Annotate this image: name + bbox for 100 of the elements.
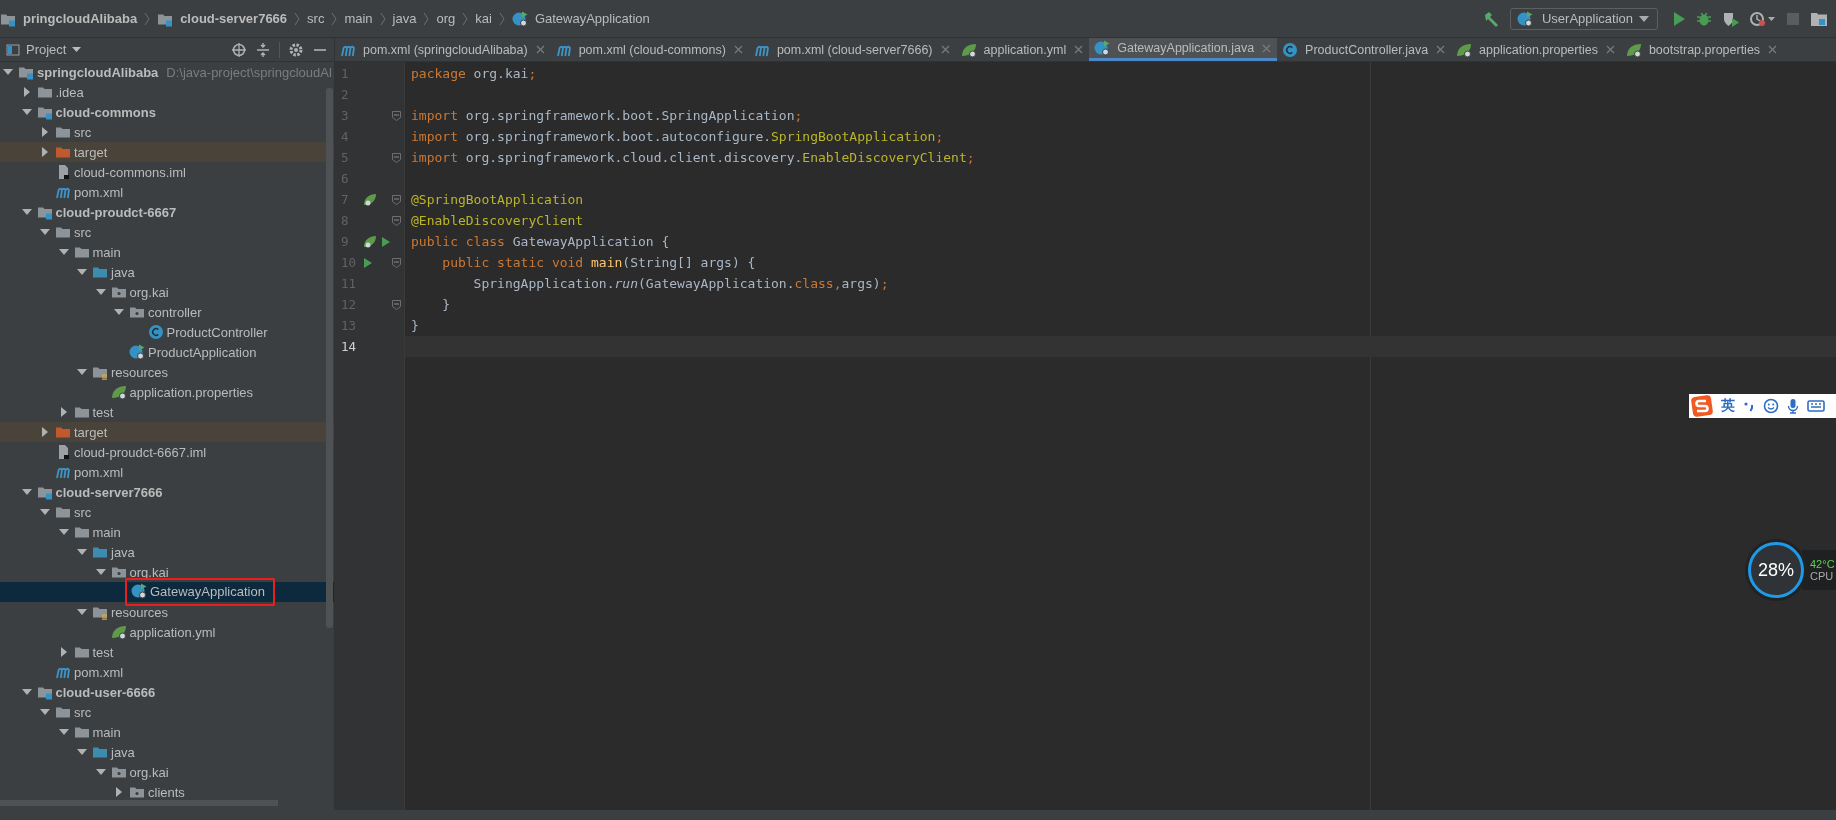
breadcrumb-item[interactable]: pringcloudAlibaba [0,10,138,27]
code-line: import org.springframework.boot.autoconfigure.SpringBootApplication; [410,128,945,146]
tree-row[interactable]: cloud-server7666 [0,482,334,502]
fold-marker-icon[interactable] [392,152,401,163]
tree-row[interactable]: org.kai [0,282,334,302]
tree-row[interactable]: clients [0,782,334,802]
tree-item-label: target [74,144,108,160]
fold-marker-icon[interactable] [392,194,401,205]
tree-row[interactable]: test [0,642,334,662]
code-line: package org.kai; [410,65,538,83]
run-icon[interactable] [1672,10,1686,27]
locate-icon[interactable] [231,41,247,58]
editor-tab[interactable]: application.properties [1451,38,1621,61]
tree-row[interactable]: cloud-commons [0,102,334,122]
shield-run-icon[interactable] [1722,10,1740,27]
tree-row[interactable]: springcloudAlibaba D:\java-project\springcloudAl [0,62,334,82]
tree-row[interactable]: org.kai [0,762,334,782]
close-icon[interactable] [733,45,743,54]
editor-tab[interactable]: pom.xml (springcloudAlibaba) [335,38,551,61]
class-icon [1282,41,1299,58]
tree-row[interactable]: resources [0,362,334,382]
project-view-dropdown[interactable]: Project [6,42,82,57]
tree-row[interactable]: test [0,402,334,422]
breadcrumb-item[interactable]: cloud-server7666 [157,10,288,27]
editor-tab[interactable]: application.yml [955,38,1090,61]
breadcrumb-item[interactable]: src [307,11,325,26]
close-icon[interactable] [1768,45,1778,54]
tree-item-label: ProductApplication [148,344,257,360]
tree-row[interactable]: java [0,262,334,282]
bug-icon[interactable] [1696,10,1712,27]
tree-item-label: resources [111,364,169,380]
spring-bean-icon[interactable] [363,234,377,249]
tree-row[interactable]: .idea [0,82,334,102]
editor-tab[interactable]: pom.xml (cloud-server7666) [748,38,956,61]
profiler-icon[interactable] [1750,10,1776,27]
tree-row[interactable]: java [0,542,334,562]
scrollbar[interactable] [326,88,333,628]
tree-row[interactable]: org.kai [0,562,334,582]
run-configuration-dropdown[interactable]: UserApplication [1509,7,1658,30]
class-icon [147,324,164,340]
microphone-icon[interactable] [1787,398,1799,414]
fold-marker-icon[interactable] [392,215,401,226]
fold-marker-icon[interactable] [392,110,401,121]
tree-item-label: main [92,244,121,260]
fold-marker-icon[interactable] [392,257,401,268]
close-icon[interactable] [1605,45,1615,54]
s-logo-icon[interactable] [1691,395,1713,417]
breadcrumb-item[interactable]: java [392,11,417,26]
breadcrumb-item[interactable]: kai [475,11,492,26]
editor-tab[interactable]: ProductController.java [1277,38,1452,61]
cpu-gauge[interactable]: 28% [1748,542,1804,598]
tree-item-label: application.yml [129,624,216,640]
run-icon[interactable] [363,256,373,269]
editor-tab[interactable]: GatewayApplication.java [1089,38,1278,61]
tree-row[interactable]: cloud-user-6666 [0,682,334,702]
tree-row[interactable]: java [0,742,334,762]
tree-row[interactable]: src [0,502,334,522]
tree-row[interactable]: src [0,222,334,242]
close-icon[interactable] [1074,45,1084,54]
spring-bean-icon[interactable] [363,192,377,207]
run-icon[interactable] [381,235,391,248]
collapse-all-icon[interactable] [255,41,271,58]
tree-row[interactable]: src [0,702,334,722]
tree-row[interactable]: pom.xml [0,462,334,482]
input-mode-toggle[interactable]: 英 [1721,397,1735,415]
project-structure-icon[interactable] [1810,10,1828,27]
tree-row[interactable]: cloud-proudct-6667 [0,202,334,222]
spring-class-icon [511,10,528,27]
close-icon[interactable] [940,45,950,54]
tree-row[interactable]: src [0,122,334,142]
tree-row[interactable]: pom.xml [0,662,334,682]
breadcrumb-item[interactable]: main [344,11,373,26]
tree-row[interactable]: application.properties [0,382,334,402]
editor-tab[interactable]: pom.xml (cloud-commons) [550,38,749,61]
tree-item-label: main [92,724,121,740]
tree-row[interactable]: cloud-commons.iml [0,162,334,182]
keyboard-icon[interactable] [1807,399,1825,413]
tree-row[interactable]: main [0,522,334,542]
breadcrumb-item[interactable]: GatewayApplication [511,10,650,27]
fold-marker-icon[interactable] [392,299,401,310]
tree-row[interactable]: main [0,242,334,262]
spring-class-icon [129,344,145,360]
close-icon[interactable] [1436,45,1446,54]
tree-item-label: cloud-server7666 [55,484,163,500]
tree-row[interactable]: ProductController [0,322,334,342]
editor-tab[interactable]: bootstrap.properties [1620,38,1784,61]
caret-icon [1639,15,1649,22]
tree-row[interactable]: ProductApplication [0,342,334,362]
tree-row[interactable]: controller [0,302,334,322]
tree-row[interactable]: main [0,722,334,742]
tree-row[interactable]: target [0,422,334,442]
smiley-icon[interactable] [1763,398,1779,414]
settings-icon[interactable] [288,41,304,58]
tree-row[interactable]: cloud-proudct-6667.iml [0,442,334,462]
tree-row[interactable]: pom.xml [0,182,334,202]
tree-row[interactable]: target [0,142,334,162]
breadcrumb-item[interactable]: org [436,11,456,26]
tree-row[interactable]: resources [0,602,334,622]
close-icon[interactable] [535,45,545,54]
tree-row[interactable]: application.yml [0,622,334,642]
